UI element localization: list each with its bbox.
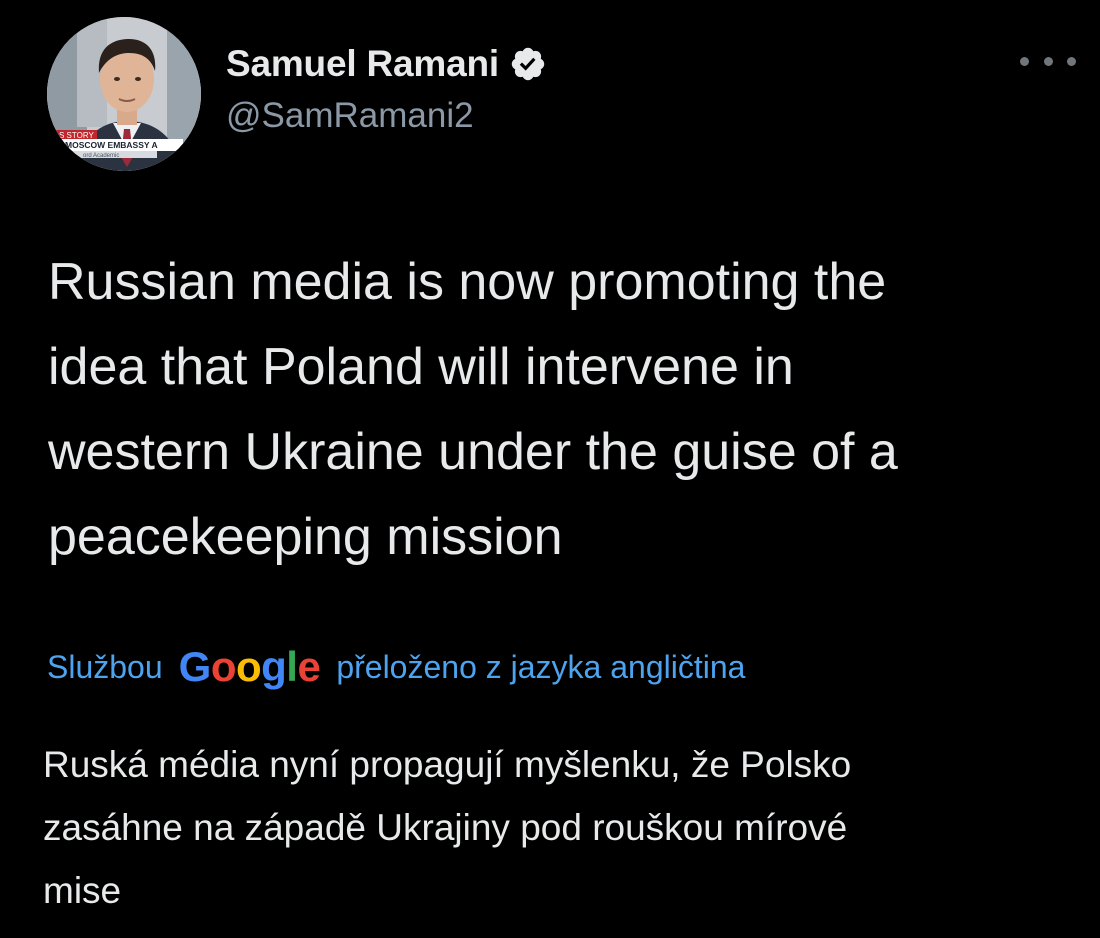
verified-badge-icon	[509, 45, 547, 83]
tweet: S STORY E MOSCOW EMBASSY A ord Academic …	[0, 0, 1100, 938]
translation-attribution[interactable]: Službou G o o g l e přeloženo z jazyka a…	[47, 637, 745, 697]
google-logo-letter: e	[297, 643, 321, 690]
google-logo-letter: g	[261, 643, 287, 690]
avatar[interactable]: S STORY E MOSCOW EMBASSY A ord Academic	[47, 17, 201, 171]
author-name-row[interactable]: Samuel Ramani	[226, 42, 547, 86]
avatar-caption-line3: ord Academic	[83, 153, 119, 159]
google-logo-letter: o	[210, 643, 237, 690]
more-options-button[interactable]	[1020, 46, 1076, 76]
translation-prefix: Službou	[47, 648, 163, 685]
translated-tweet-text: Ruská média nyní propagují myšlenku, že …	[43, 744, 852, 911]
more-horizontal-icon	[1020, 56, 1029, 66]
avatar-caption-line1: S STORY	[59, 131, 94, 140]
google-logo-letter: l	[286, 643, 298, 690]
author-display-name[interactable]: Samuel Ramani	[226, 43, 499, 85]
translation-suffix: přeloženo z jazyka angličtina	[336, 648, 746, 685]
tweet-text: Russian media is now promoting the idea …	[48, 253, 898, 566]
google-logo-letter: G	[178, 643, 212, 690]
google-logo: G o o g l e	[179, 643, 321, 691]
author-handle[interactable]: @SamRamani2	[226, 96, 474, 136]
avatar-image: S STORY E MOSCOW EMBASSY A ord Academic	[47, 17, 201, 171]
google-logo-letter: o	[235, 643, 262, 690]
avatar-caption-line2: E MOSCOW EMBASSY A	[57, 140, 158, 150]
more-horizontal-icon-dot	[1043, 56, 1053, 66]
more-horizontal-icon-dot	[1067, 56, 1076, 66]
